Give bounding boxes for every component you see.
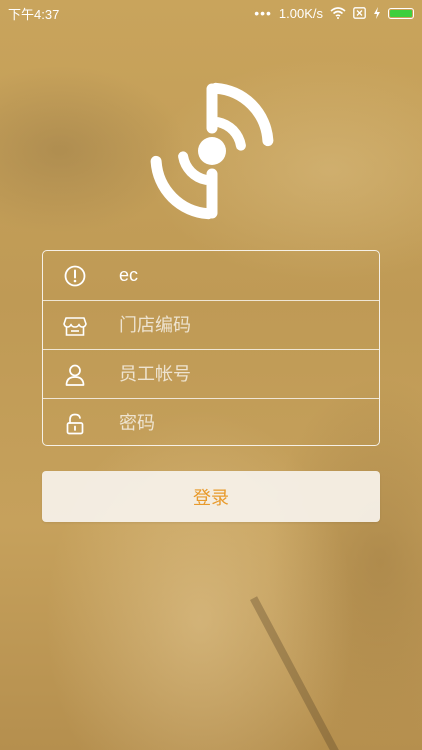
lock-icon xyxy=(43,413,107,435)
battery-icon xyxy=(388,7,414,19)
field-row-server[interactable] xyxy=(43,251,379,300)
user-icon xyxy=(43,364,107,386)
login-button[interactable]: 登录 xyxy=(42,471,380,522)
info-icon xyxy=(43,265,107,287)
server-code-input[interactable] xyxy=(119,265,359,286)
store-icon xyxy=(43,315,107,337)
wifi-icon xyxy=(330,7,346,19)
status-time: 下午4:37 xyxy=(8,6,60,22)
target-logo-icon xyxy=(150,82,274,220)
password-input[interactable] xyxy=(119,413,359,434)
status-bar: 下午4:37 ••• 1.00K/s xyxy=(0,0,422,26)
login-button-label: 登录 xyxy=(193,487,229,508)
employee-account-input[interactable] xyxy=(119,364,359,385)
notification-dots: ••• xyxy=(254,5,272,21)
login-screen: 下午4:37 ••• 1.00K/s ec 门店编码 员工帐号 登录 xyxy=(0,0,422,750)
sim-off-icon xyxy=(353,7,366,19)
store-code-input[interactable] xyxy=(119,315,359,336)
field-row-account[interactable] xyxy=(43,349,379,399)
field-row-password[interactable] xyxy=(43,398,379,448)
network-speed: 1.00K/s xyxy=(278,5,323,21)
field-row-store[interactable] xyxy=(43,300,379,350)
login-form xyxy=(42,250,380,446)
status-indicators: ••• 1.00K/s xyxy=(254,6,414,21)
bolt-icon xyxy=(374,7,380,19)
